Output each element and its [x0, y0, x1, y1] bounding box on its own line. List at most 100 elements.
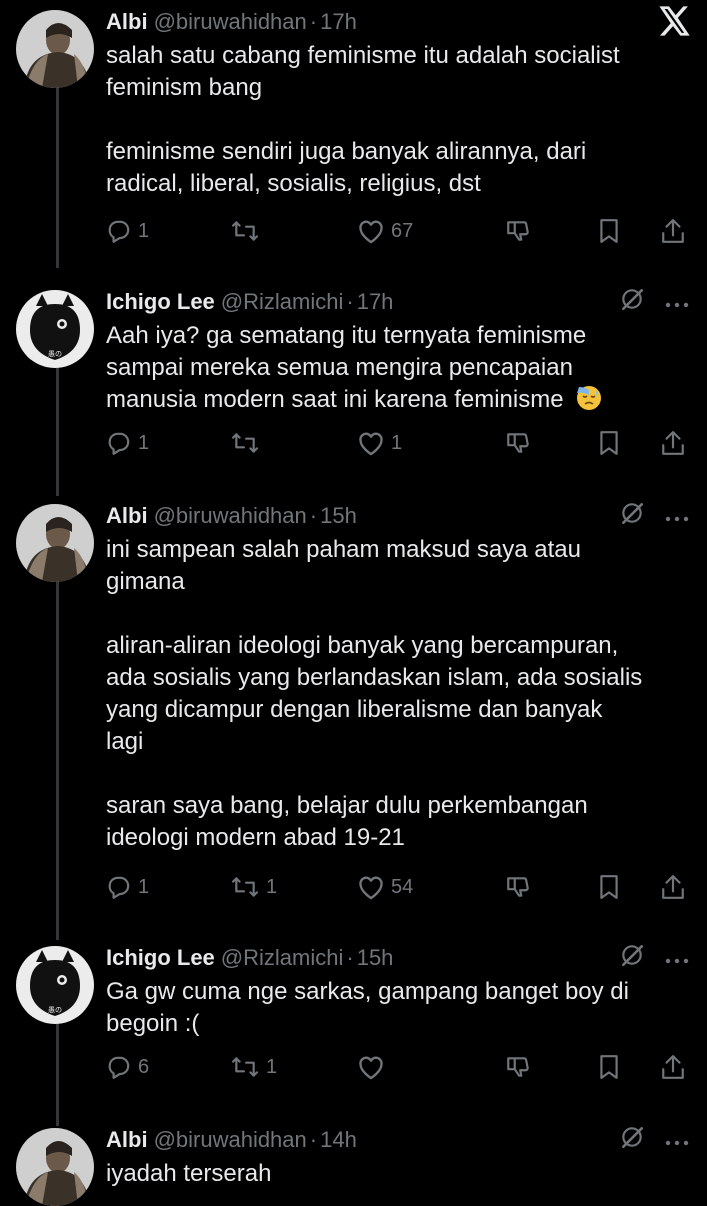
avatar[interactable]	[16, 1128, 94, 1206]
reply-count: 1	[138, 431, 150, 454]
reply-icon	[106, 430, 132, 456]
downvote-icon	[505, 218, 531, 244]
reply-button[interactable]: 1	[106, 218, 149, 244]
heart-icon	[357, 874, 385, 900]
separator-dot: ·	[346, 945, 354, 970]
timestamp[interactable]: 15h	[357, 945, 394, 971]
retweet-button[interactable]	[230, 218, 266, 244]
text-line: salah satu cabang feminisme itu adalah s…	[106, 42, 620, 69]
more-icon[interactable]	[665, 945, 689, 971]
retweet-icon	[230, 218, 260, 244]
avatar[interactable]: 愚の	[16, 946, 94, 1024]
separator-dot: ·	[309, 9, 318, 34]
like-button[interactable]: 54	[357, 874, 413, 900]
like-button[interactable]: 1	[357, 430, 402, 456]
share-button[interactable]	[661, 874, 685, 900]
retweet-count: 1	[266, 1055, 278, 1078]
retweet-button[interactable]: 1	[230, 874, 277, 900]
share-button[interactable]	[661, 218, 685, 244]
reply-button[interactable]: 1	[106, 430, 149, 456]
action-bar: 1 1	[0, 426, 707, 460]
timestamp[interactable]: 14h	[320, 1127, 357, 1153]
author-handle[interactable]: @biruwahidhan	[154, 9, 307, 35]
separator-dot: ·	[346, 289, 354, 314]
tweet-header: Ichigo Lee @Rizlamichi · 15h	[106, 940, 689, 976]
timestamp[interactable]: 17h	[320, 9, 357, 35]
retweet-icon	[230, 874, 260, 900]
text-line: sampai mereka semua mengira pencapaian	[106, 354, 573, 381]
downvote-button[interactable]	[505, 874, 531, 900]
grok-icon[interactable]	[619, 286, 645, 318]
like-button[interactable]: 67	[357, 218, 413, 244]
like-count: 67	[391, 219, 414, 242]
tweet[interactable]: 愚の Ichigo Lee @Rizlamichi · 17h Aah iya?…	[0, 284, 707, 484]
action-bar: 1 1 54	[0, 870, 707, 904]
avatar[interactable]	[16, 10, 94, 88]
share-icon	[661, 874, 685, 900]
bookmark-icon	[597, 874, 621, 900]
timestamp[interactable]: 15h	[320, 503, 357, 529]
bookmark-button[interactable]	[597, 430, 621, 456]
retweet-icon	[230, 1054, 260, 1080]
author-handle[interactable]: @biruwahidhan	[154, 503, 307, 529]
text-line: feminisme sendiri juga banyak alirannya,…	[106, 138, 587, 165]
svg-text:愚の: 愚の	[48, 1006, 62, 1014]
bookmark-button[interactable]	[597, 874, 621, 900]
grok-icon[interactable]	[619, 1124, 645, 1156]
tweet-text: Aah iya? ga sematang itu ternyata femini…	[106, 320, 689, 420]
more-icon[interactable]	[665, 1127, 689, 1153]
downvote-button[interactable]	[505, 218, 531, 244]
author-name[interactable]: Albi	[106, 9, 148, 35]
tweet-text: iyadah terserah	[106, 1158, 689, 1190]
tweet[interactable]: Albi @biruwahidhan · 14h iyadah terserah	[0, 1122, 707, 1206]
author-name[interactable]: Ichigo Lee	[106, 945, 215, 971]
text-line: yang dicampur dengan liberalisme dan ban…	[106, 696, 603, 723]
avatar[interactable]	[16, 504, 94, 582]
retweet-icon	[230, 430, 260, 456]
like-button[interactable]	[357, 1054, 391, 1080]
tweet[interactable]: Albi @biruwahidhan · 17h salah satu caba…	[0, 4, 707, 264]
like-count: 54	[391, 875, 414, 898]
more-icon[interactable]	[665, 289, 689, 315]
bookmark-button[interactable]	[597, 218, 621, 244]
author-handle[interactable]: @Rizlamichi	[221, 945, 344, 971]
avatar[interactable]: 愚の	[16, 290, 94, 368]
bookmark-icon	[597, 430, 621, 456]
author-handle[interactable]: @biruwahidhan	[154, 1127, 307, 1153]
like-count: 1	[391, 431, 403, 454]
retweet-button[interactable]	[230, 430, 266, 456]
downvote-icon	[505, 874, 531, 900]
reply-button[interactable]: 6	[106, 1054, 149, 1080]
text-line: ini sampean salah paham maksud saya atau	[106, 536, 581, 563]
share-button[interactable]	[661, 1054, 685, 1080]
author-name[interactable]: Albi	[106, 503, 148, 529]
downvote-button[interactable]	[505, 430, 531, 456]
tweet-text: salah satu cabang feminisme itu adalah s…	[106, 40, 689, 200]
text-line: iyadah terserah	[106, 1160, 272, 1187]
more-icon[interactable]	[665, 503, 689, 529]
reply-button[interactable]: 1	[106, 874, 149, 900]
heart-icon	[357, 1054, 385, 1080]
tweet[interactable]: 愚の Ichigo Lee @Rizlamichi · 15h Ga gw cu…	[0, 940, 707, 1100]
downvote-button[interactable]	[505, 1054, 531, 1080]
grok-icon[interactable]	[619, 500, 645, 532]
share-button[interactable]	[661, 430, 685, 456]
bookmark-icon	[597, 1054, 621, 1080]
text-line: ada sosialis yang berlandaskan islam, ad…	[106, 664, 643, 691]
author-name[interactable]: Ichigo Lee	[106, 289, 215, 315]
downvote-icon	[505, 1054, 531, 1080]
author-handle[interactable]: @Rizlamichi	[221, 289, 344, 315]
text-line: manusia modern saat ini karena feminisme	[106, 386, 564, 413]
tweet-header: Albi @biruwahidhan · 15h	[106, 498, 689, 534]
share-icon	[661, 218, 685, 244]
author-name[interactable]: Albi	[106, 1127, 148, 1153]
retweet-button[interactable]: 1	[230, 1054, 277, 1080]
retweet-count: 1	[266, 875, 278, 898]
action-bar: 1 67	[0, 214, 707, 248]
grok-icon[interactable]	[619, 942, 645, 974]
tweet-header: Ichigo Lee @Rizlamichi · 17h	[106, 284, 689, 320]
tweet[interactable]: Albi @biruwahidhan · 15h ini sampean sal…	[0, 498, 707, 918]
bookmark-button[interactable]	[597, 1054, 621, 1080]
timestamp[interactable]: 17h	[357, 289, 394, 315]
action-bar: 6 1	[0, 1050, 707, 1084]
